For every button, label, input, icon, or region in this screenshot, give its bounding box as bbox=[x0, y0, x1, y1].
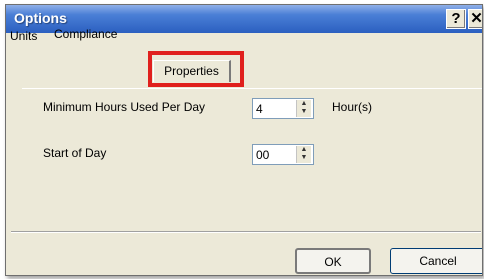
tab-compliance[interactable]: Compliance bbox=[54, 27, 117, 41]
properties-tab-highlight bbox=[148, 51, 244, 87]
ok-button[interactable]: OK bbox=[295, 248, 371, 274]
min-hours-value[interactable]: 4 bbox=[256, 102, 263, 116]
start-of-day-spinner[interactable]: 00 ▲ ▼ bbox=[252, 144, 314, 165]
start-of-day-label: Start of Day bbox=[43, 146, 107, 160]
tab-units[interactable]: Units bbox=[10, 29, 37, 43]
button-separator bbox=[11, 231, 481, 233]
help-button[interactable]: ? bbox=[446, 9, 466, 29]
min-hours-label: Minimum Hours Used Per Day bbox=[43, 100, 206, 114]
tab-panel-border bbox=[22, 88, 482, 89]
start-of-day-value[interactable]: 00 bbox=[256, 148, 269, 162]
close-button[interactable]: ✕ bbox=[468, 9, 482, 29]
window-title: Options bbox=[14, 10, 67, 26]
spinner-arrows-icon[interactable]: ▲ ▼ bbox=[296, 100, 311, 117]
spinner-arrows-icon[interactable]: ▲ ▼ bbox=[296, 146, 311, 163]
cancel-button[interactable]: Cancel bbox=[390, 248, 482, 274]
options-dialog: Options ? ✕ Units Compliance Properties … bbox=[5, 4, 483, 276]
hours-unit-label: Hour(s) bbox=[332, 100, 373, 114]
min-hours-spinner[interactable]: 4 ▲ ▼ bbox=[252, 98, 314, 119]
